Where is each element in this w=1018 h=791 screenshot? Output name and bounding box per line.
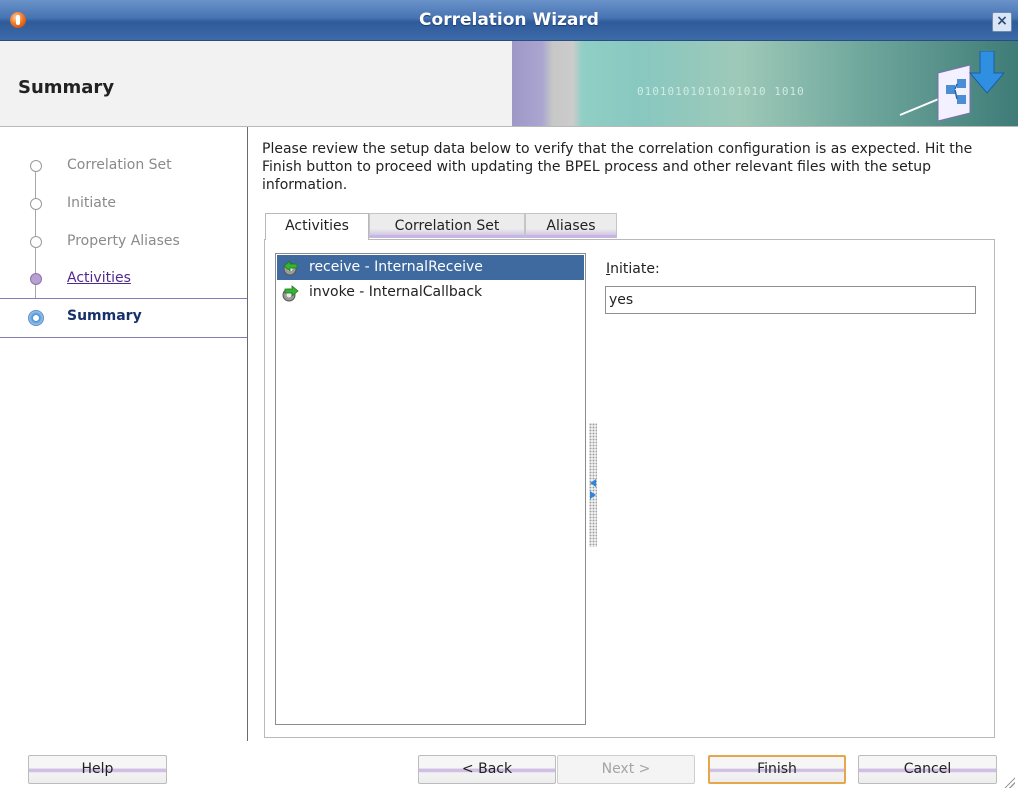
window-resize-grip[interactable] (1003, 776, 1015, 788)
tab-correlation-set[interactable]: Correlation Set (369, 213, 525, 238)
initiate-field[interactable] (605, 286, 976, 314)
list-item-label: invoke - InternalCallback (309, 284, 483, 300)
wizard-header: Summary 01010101010101010 1010 (0, 41, 1018, 127)
step-summary[interactable]: Summary (0, 298, 247, 338)
step-label: Initiate (67, 195, 116, 211)
receive-activity-icon (283, 260, 298, 276)
step-label[interactable]: Activities (67, 270, 131, 286)
step-initiate[interactable]: Initiate (0, 186, 247, 224)
step-visited-icon (30, 273, 42, 285)
finish-button-label: Finish (757, 761, 797, 777)
step-property-aliases[interactable]: Property Aliases (0, 224, 247, 262)
next-button[interactable]: Next > (557, 755, 695, 784)
help-button[interactable]: Help (28, 755, 167, 784)
header-banner: 01010101010101010 1010 (512, 41, 1018, 126)
correlation-wizard-logo-icon (899, 51, 1006, 121)
initiate-label-rest: nitiate: (610, 261, 660, 277)
next-button-label: Next > (601, 761, 651, 777)
step-pending-icon (30, 160, 42, 172)
step-label: Property Aliases (67, 233, 180, 249)
wizard-steps-panel: Correlation Set Initiate Property Aliase… (0, 127, 248, 741)
back-button-label: < Back (461, 761, 513, 777)
help-button-label: Help (81, 761, 114, 777)
cancel-button[interactable]: Cancel (858, 755, 997, 784)
close-button[interactable]: × (992, 12, 1012, 32)
step-activities[interactable]: Activities (0, 261, 247, 299)
step-pending-icon (30, 198, 42, 210)
summary-instructions: Please review the setup data below to ve… (262, 141, 973, 193)
step-current-icon (28, 310, 44, 326)
invoke-activity-icon (282, 285, 299, 302)
activities-list[interactable]: receive - InternalReceive invoke - Inter… (275, 253, 586, 725)
cancel-button-label: Cancel (903, 761, 952, 777)
list-item-label: receive - InternalReceive (309, 259, 483, 275)
tab-aliases[interactable]: Aliases (525, 213, 617, 238)
step-correlation-set[interactable]: Correlation Set (0, 148, 247, 186)
window-title: Correlation Wizard (419, 10, 599, 30)
splitter-arrows-icon[interactable] (589, 477, 597, 501)
finish-button[interactable]: Finish (708, 755, 846, 784)
banner-binary-text: 01010101010101010 1010 (637, 85, 805, 98)
list-item-invoke[interactable]: invoke - InternalCallback (277, 280, 584, 305)
step-label: Correlation Set (67, 157, 172, 173)
page-title: Summary (18, 77, 115, 98)
initiate-label: Initiate: (606, 261, 660, 277)
back-button[interactable]: < Back (418, 755, 556, 784)
step-label: Summary (67, 308, 142, 324)
tab-activities[interactable]: Activities (265, 213, 369, 240)
title-bar: Correlation Wizard × (0, 0, 1018, 41)
list-item-receive[interactable]: receive - InternalReceive (277, 255, 584, 280)
step-pending-icon (30, 236, 42, 248)
